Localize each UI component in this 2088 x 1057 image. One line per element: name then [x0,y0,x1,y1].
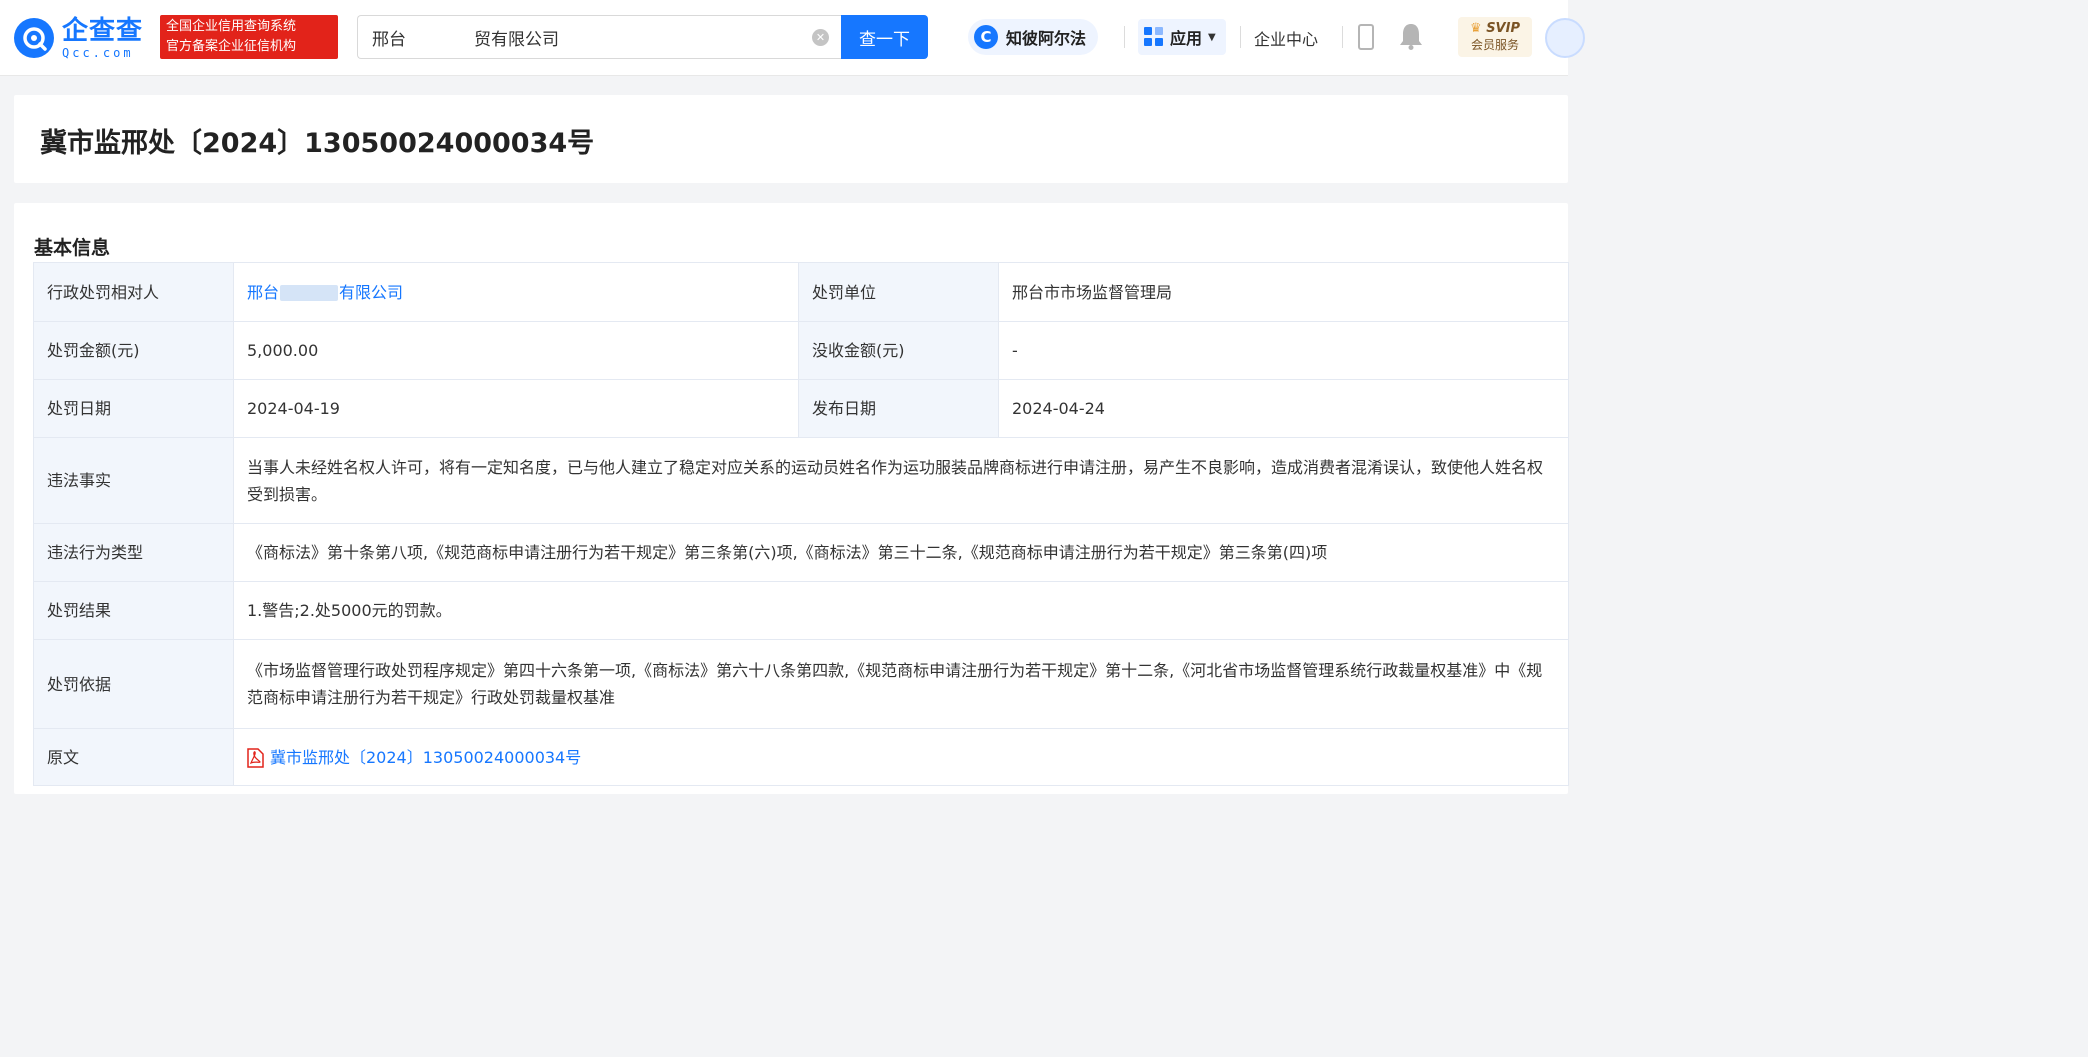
basis-value: 《市场监督管理行政处罚程序规定》第四十六条第一项,《商标法》第六十八条第四款,《… [233,639,1569,729]
table-row: 处罚结果 1.警告;2.处5000元的罚款。 [33,581,1569,640]
pdf-icon[interactable] [247,748,264,768]
badge-line-1: 全国企业信用查询系统 [166,19,297,34]
qcc-logo-icon [14,18,54,58]
violation-type-label: 违法行为类型 [33,523,234,582]
result-label: 处罚结果 [33,581,234,640]
bell-icon[interactable] [1398,22,1424,50]
party-label: 行政处罚相对人 [33,262,234,322]
facts-label: 违法事实 [33,437,234,524]
penalty-date-value: 2024-04-19 [233,379,799,438]
table-row: 处罚依据 《市场监督管理行政处罚程序规定》第四十六条第一项,《商标法》第六十八条… [33,639,1569,729]
table-row: 违法行为类型 《商标法》第十条第八项,《规范商标申请注册行为若干规定》第三条第(… [33,523,1569,582]
apps-menu-button[interactable]: 应用 ▼ [1138,19,1226,55]
qcc-logo[interactable]: 企查查 Qcc.com [14,16,143,60]
clear-icon[interactable]: ✕ [812,29,829,46]
svip-crown-icon: ♛ [1470,21,1482,36]
table-row: 处罚金额(元) 5,000.00 没收金额(元) - [33,321,1569,380]
table-row: 原文 冀市监邢处〔2024〕13050024000034号 [33,728,1569,786]
logo-title: 企查查 [62,15,144,46]
confiscation-label: 没收金额(元) [798,321,999,380]
zhibi-alpha-button[interactable]: C 知彼阿尔法 [968,19,1099,55]
result-value: 1.警告;2.处5000元的罚款。 [233,581,1569,640]
search-input[interactable] [372,16,802,58]
badge-line-2: 官方备案企业征信机构 [166,39,297,54]
enterprise-center-link[interactable]: 企业中心 [1254,26,1318,50]
apps-grid-icon [1144,27,1164,47]
top-bar: 企查查 Qcc.com 全国企业信用查询系统 官方备案企业征信机构 ✕ 查一下 … [0,0,1585,76]
zhibi-label: 知彼阿尔法 [1006,29,1087,48]
svip-subtitle: 会员服务 [1470,38,1519,52]
apps-label: 应用 [1170,29,1203,48]
redacted-block [280,285,339,301]
chevron-down-icon: ▼ [1208,31,1216,43]
logo-domain: Qcc.com [62,45,134,60]
party-value-cell: 邢台 有限公司 [233,262,799,322]
penalty-date-label: 处罚日期 [33,379,234,438]
title-card: 冀市监邢处〔2024〕13050024000034号 [14,95,1568,183]
publish-date-label: 发布日期 [798,379,999,438]
zhibi-icon: C [974,25,998,49]
section-title: 基本信息 [34,237,111,259]
search-button[interactable]: 查一下 [841,15,928,59]
divider [1240,26,1241,48]
avatar[interactable] [1545,18,1585,58]
authority-value: 邢台市市场监督管理局 [998,262,1569,322]
search-box: ✕ [357,15,841,59]
party-link[interactable]: 邢台 有限公司 [247,283,403,302]
basic-info-card: 基本信息 行政处罚相对人 邢台 有限公司 处罚单位 邢台市市场监督管理局 处罚金额… [14,203,1569,794]
svip-member-button[interactable]: ♛ SVIP 会员服务 [1458,17,1532,57]
table-row: 行政处罚相对人 邢台 有限公司 处罚单位 邢台市市场监督管理局 [33,262,1569,322]
facts-value: 当事人未经姓名权人许可，将有一定知名度，已与他人建立了稳定对应关系的运动员姓名作… [233,437,1569,524]
original-document-link[interactable]: 冀市监邢处〔2024〕13050024000034号 [270,748,581,767]
basis-label: 处罚依据 [33,639,234,729]
original-label: 原文 [33,728,234,786]
page-title: 冀市监邢处〔2024〕13050024000034号 [40,128,595,159]
credit-system-badge: 全国企业信用查询系统 官方备案企业征信机构 [160,15,338,59]
svip-label: SVIP [1486,21,1520,36]
publish-date-value: 2024-04-24 [998,379,1569,438]
original-value-cell: 冀市监邢处〔2024〕13050024000034号 [233,728,1569,786]
fine-value: 5,000.00 [233,321,799,380]
phone-icon[interactable] [1358,24,1374,50]
divider [1124,26,1125,48]
confiscation-value: - [998,321,1569,380]
authority-label: 处罚单位 [798,262,999,322]
violation-type-value: 《商标法》第十条第八项,《规范商标申请注册行为若干规定》第三条第(六)项,《商标… [233,523,1569,582]
divider [1342,26,1343,48]
table-row: 处罚日期 2024-04-19 发布日期 2024-04-24 [33,379,1569,438]
fine-label: 处罚金额(元) [33,321,234,380]
table-row: 违法事实 当事人未经姓名权人许可，将有一定知名度，已与他人建立了稳定对应关系的运… [33,437,1569,524]
basic-info-table: 行政处罚相对人 邢台 有限公司 处罚单位 邢台市市场监督管理局 处罚金额(元) 5… [33,262,1569,786]
